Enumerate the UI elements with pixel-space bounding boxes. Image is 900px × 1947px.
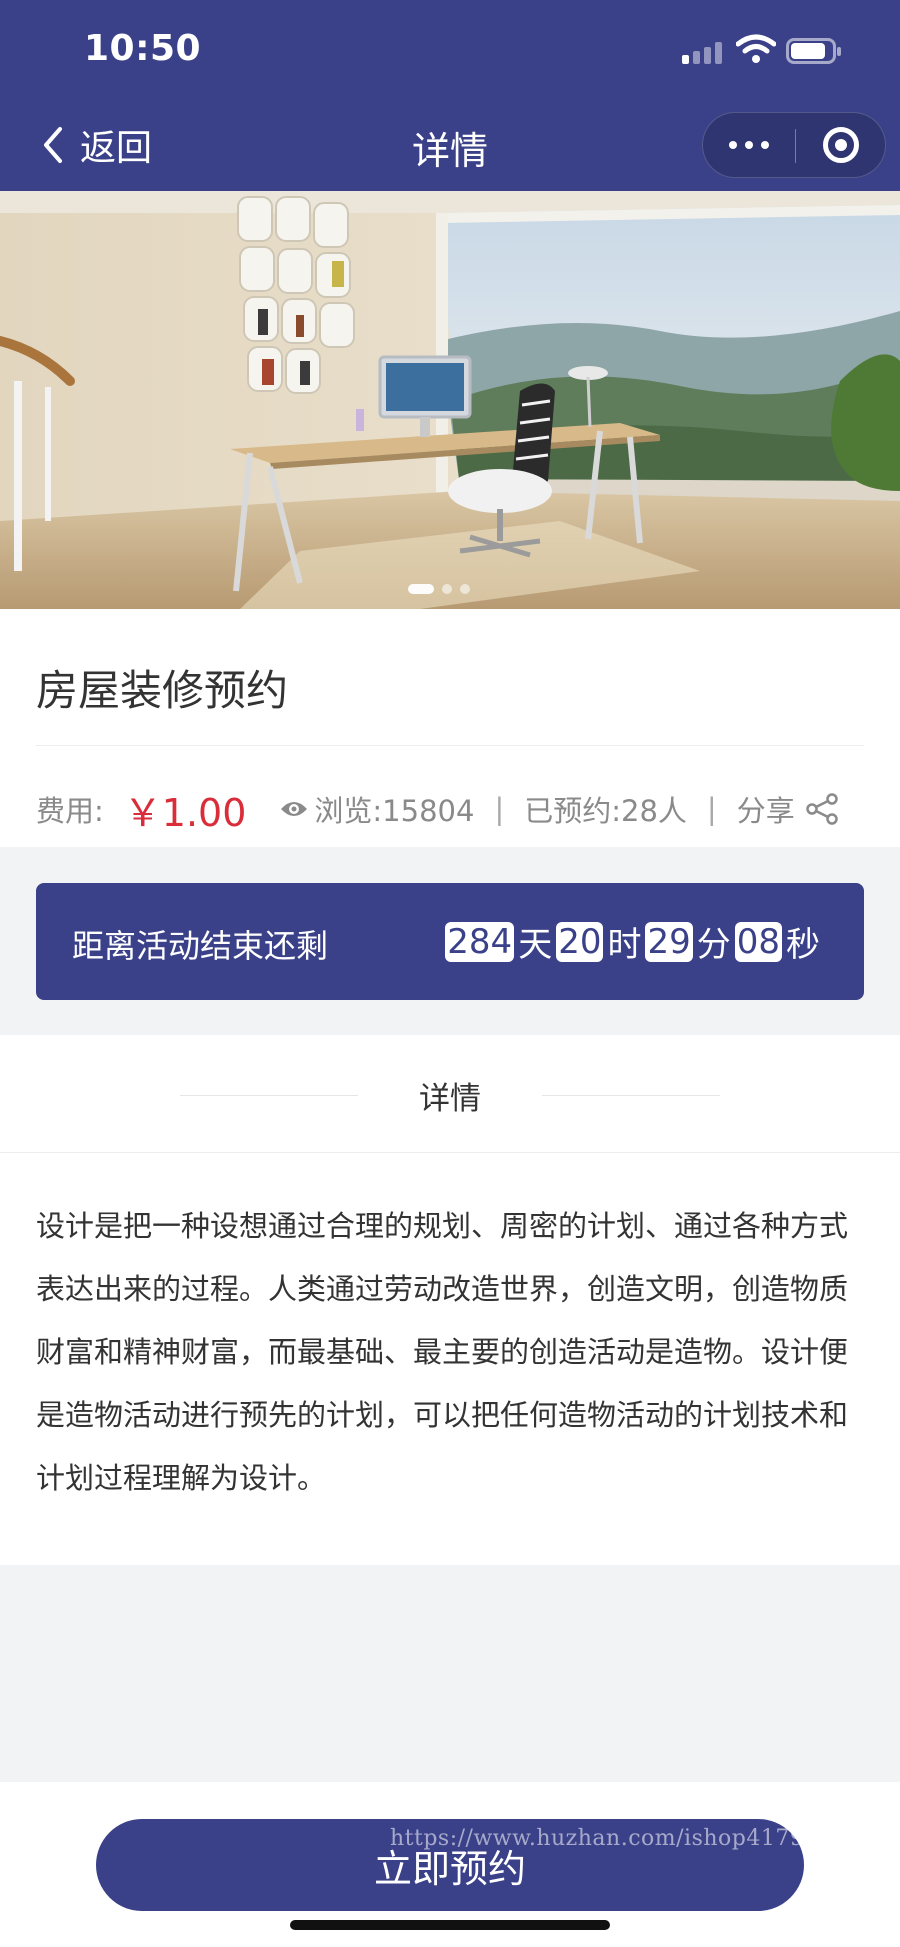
booked-count: 已预约:28人 — [524, 794, 687, 828]
carousel-indicator — [404, 584, 474, 594]
countdown-days: 284 — [445, 921, 515, 962]
signal-icon — [682, 42, 724, 64]
divider — [36, 745, 864, 746]
nav-bar: 返回 详情 — [0, 100, 900, 191]
countdown-timer: 284 天 20 时 29 分 08 秒 — [445, 917, 824, 966]
more-dots-icon — [725, 141, 773, 149]
status-bar: 10:50 — [0, 0, 900, 100]
battery-icon — [786, 38, 841, 64]
meta-separator: | — [706, 792, 717, 826]
countdown-section: 距离活动结束还剩 284 天 20 时 29 分 08 秒 — [0, 847, 900, 1035]
meta-separator: | — [494, 792, 505, 826]
top-bar: 10:50 返回 详情 — [0, 0, 900, 191]
days-unit: 天 — [518, 925, 553, 965]
mini-program-capsule — [702, 112, 886, 178]
share-label: 分享 — [736, 794, 795, 828]
fee-label: 费用: — [36, 794, 104, 828]
countdown-label: 距离活动结束还剩 — [72, 927, 329, 965]
book-now-button[interactable]: 立即预约 — [96, 1819, 804, 1911]
event-title: 房屋装修预约 — [36, 666, 289, 715]
home-indicator — [290, 1920, 610, 1930]
eye-icon — [281, 802, 308, 816]
countdown-minutes: 29 — [645, 921, 693, 962]
countdown-banner: 距离活动结束还剩 284 天 20 时 29 分 08 秒 — [36, 883, 864, 1000]
seconds-unit: 秒 — [786, 925, 820, 965]
countdown-seconds: 08 — [734, 921, 782, 962]
carousel-dot[interactable] — [442, 584, 452, 594]
event-info-card: 房屋装修预约 费用: ￥1.00 浏览:15804 | 已预约:28人 | 分享 — [0, 609, 900, 847]
event-meta: 费用: ￥1.00 浏览:15804 | 已预约:28人 | 分享 — [36, 769, 864, 849]
more-button[interactable] — [703, 113, 795, 177]
share-icon — [805, 793, 838, 825]
minutes-unit: 分 — [696, 925, 731, 965]
close-button[interactable] — [796, 113, 886, 177]
carousel-dot[interactable] — [408, 584, 434, 594]
hours-unit: 时 — [607, 925, 642, 965]
countdown-hours: 20 — [556, 921, 604, 962]
detail-title: 详情 — [419, 1081, 481, 1117]
detail-header: 详情 — [0, 1035, 900, 1153]
share-button[interactable]: 分享 — [737, 788, 839, 830]
banner-image — [0, 191, 900, 609]
status-time: 10:50 — [84, 28, 202, 69]
header-line-right — [542, 1095, 720, 1096]
fee-value: ￥1.00 — [123, 790, 247, 835]
bottom-action-bar: 立即预约 https://www.huzhan.com/ishop41797 — [0, 1782, 900, 1947]
carousel-dot[interactable] — [460, 584, 470, 594]
close-target-icon — [823, 127, 859, 163]
banner-carousel[interactable] — [0, 191, 900, 609]
views-count: 浏览:15804 — [314, 794, 475, 828]
detail-section: 详情 设计是把一种设想通过合理的规划、周密的计划、通过各种方式表达出来的过程。人… — [0, 1035, 900, 1565]
detail-body: 设计是把一种设想通过合理的规划、周密的计划、通过各种方式表达出来的过程。人类通过… — [36, 1209, 849, 1495]
wifi-icon — [736, 34, 776, 63]
